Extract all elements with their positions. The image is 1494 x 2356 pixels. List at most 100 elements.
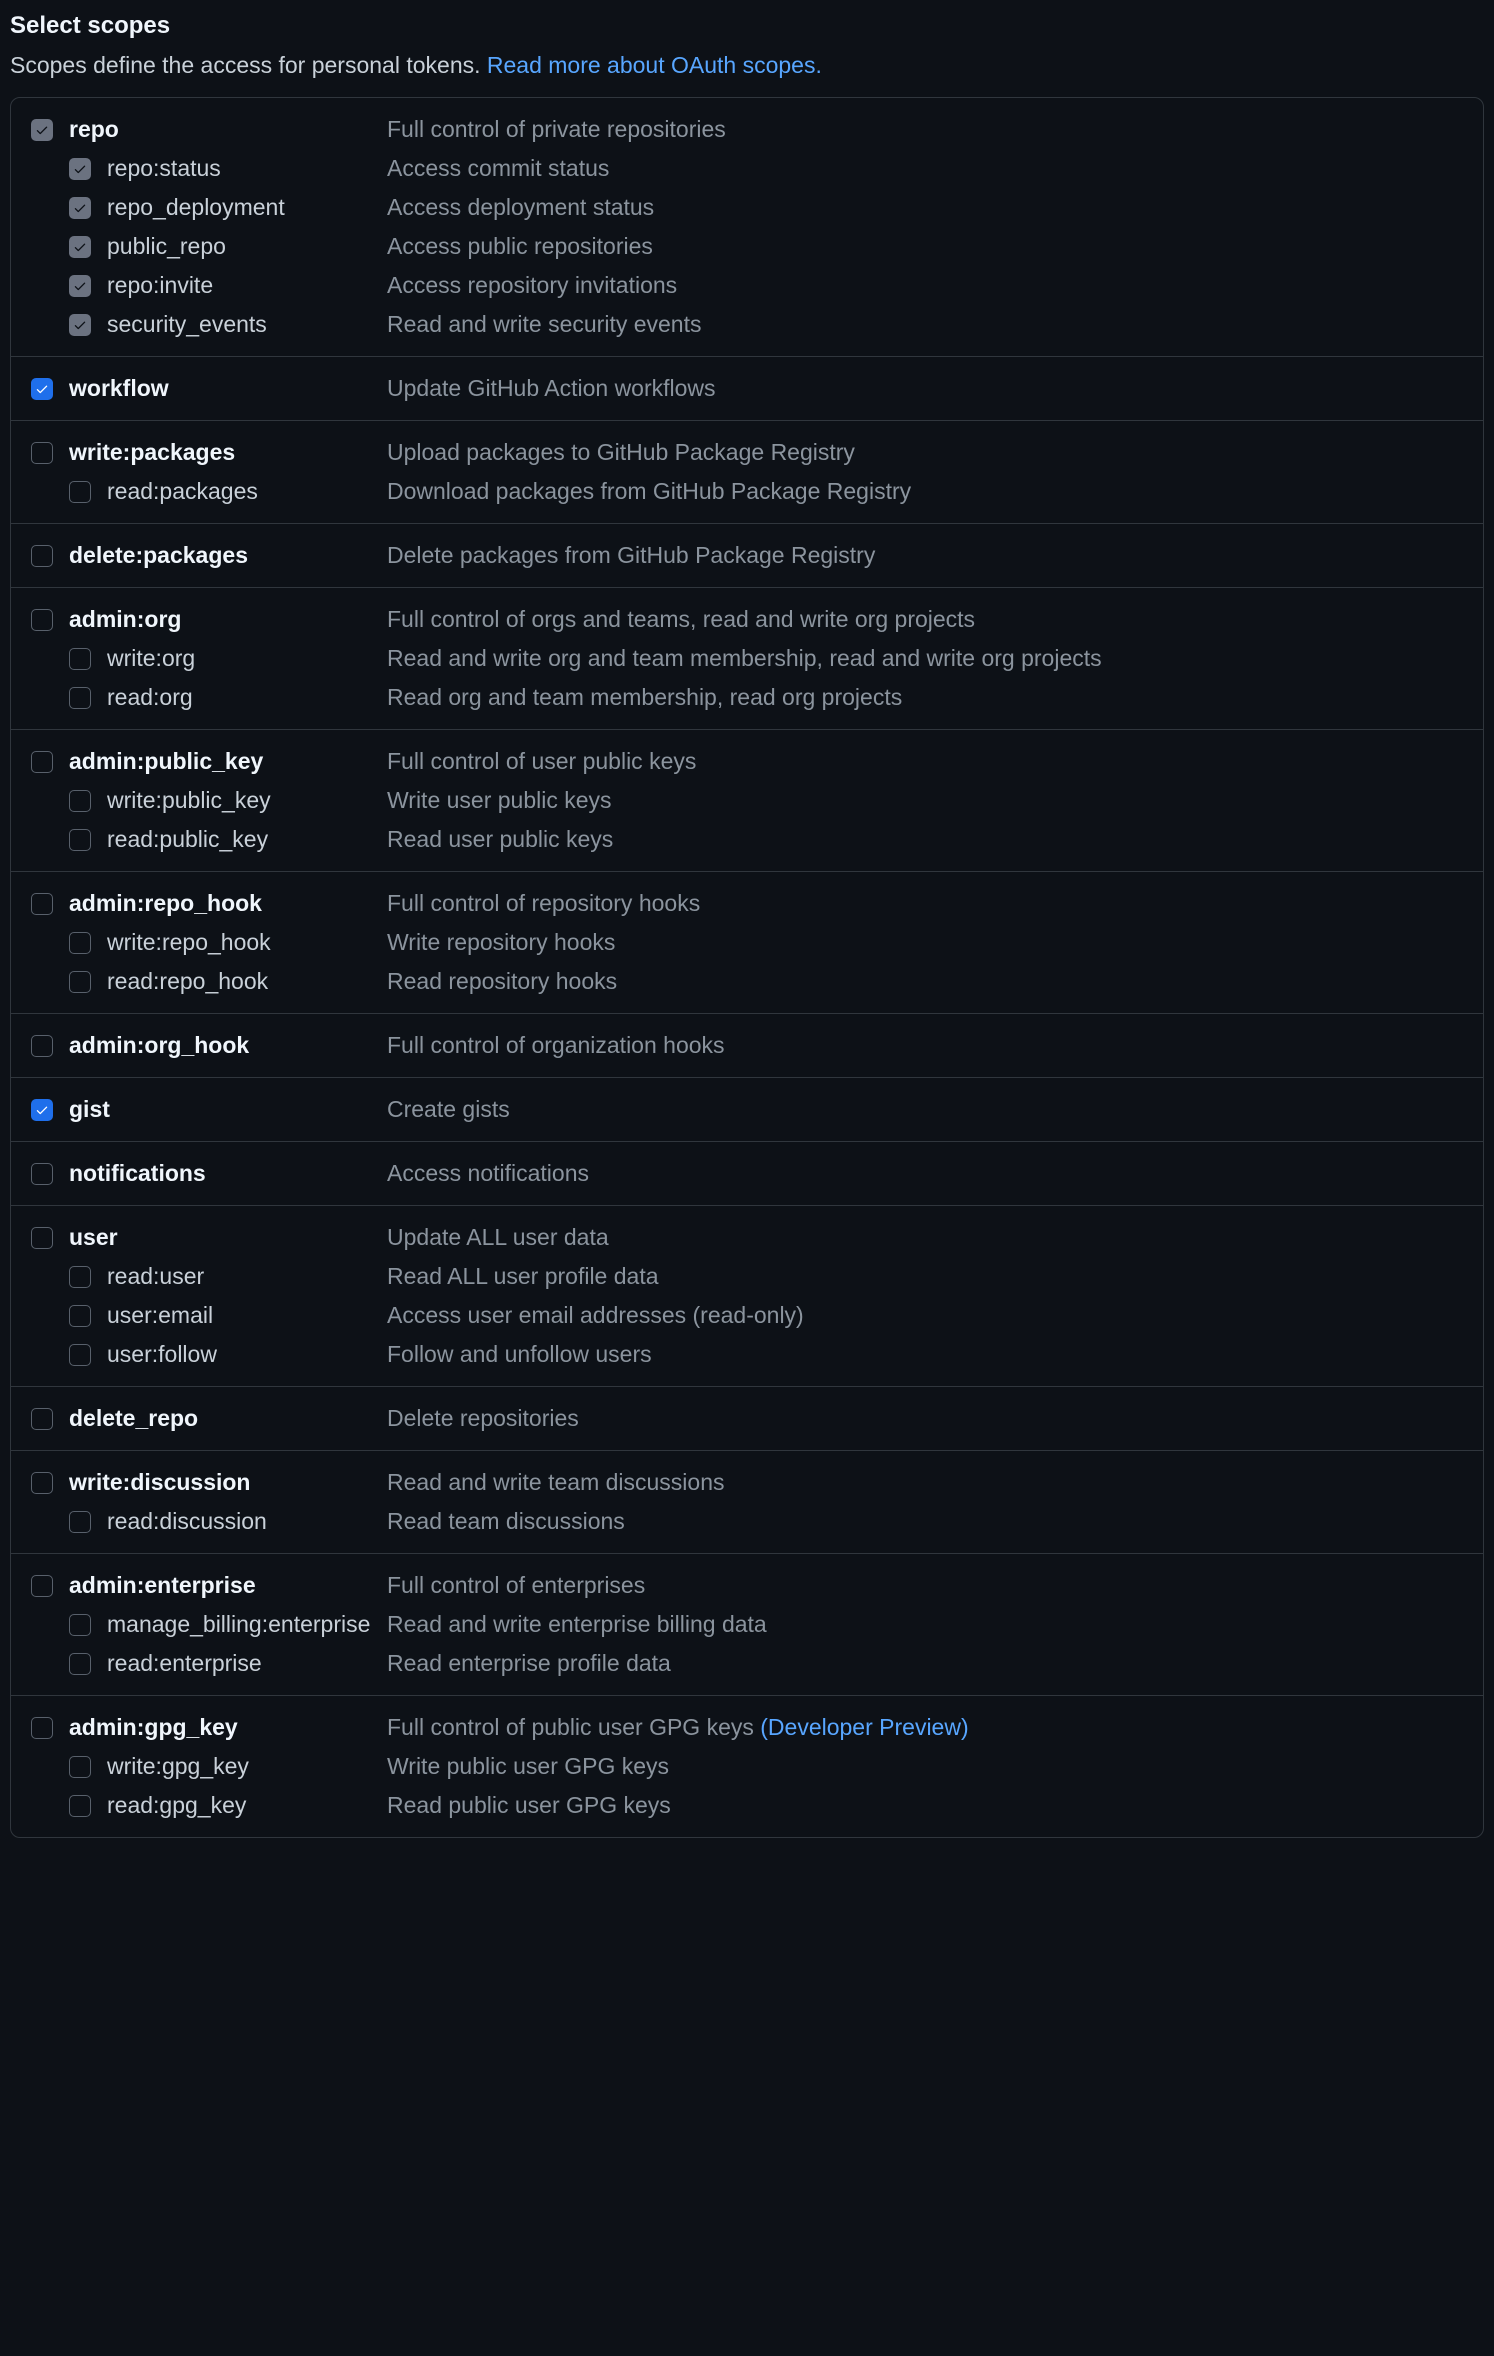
scope-row: security_eventsRead and write security e… [11, 305, 1483, 344]
scope-checkbox[interactable] [69, 1344, 91, 1366]
scope-checkbox[interactable] [69, 236, 91, 258]
scope-name[interactable]: repo:invite [95, 272, 387, 299]
scope-checkbox[interactable] [31, 1163, 53, 1185]
scope-name[interactable]: repo_deployment [95, 194, 387, 221]
scope-group: admin:public_keyFull control of user pub… [11, 729, 1483, 871]
scope-description: Full control of private repositories [387, 116, 1483, 143]
scope-row: userUpdate ALL user data [11, 1218, 1483, 1257]
scope-checkbox[interactable] [31, 893, 53, 915]
scope-description-link[interactable]: (Developer Preview) [760, 1714, 968, 1740]
scope-name[interactable]: user [57, 1224, 387, 1251]
scope-name[interactable]: read:org [95, 684, 387, 711]
scope-name[interactable]: admin:gpg_key [57, 1714, 387, 1741]
scope-checkbox[interactable] [69, 1511, 91, 1533]
scope-checkbox[interactable] [31, 1717, 53, 1739]
scope-row: read:enterpriseRead enterprise profile d… [11, 1644, 1483, 1683]
scope-description-text: Delete packages from GitHub Package Regi… [387, 542, 875, 568]
scope-name[interactable]: read:packages [95, 478, 387, 505]
scope-description: Full control of organization hooks [387, 1032, 1483, 1059]
scope-name[interactable]: read:user [95, 1263, 387, 1290]
scope-checkbox[interactable] [69, 1795, 91, 1817]
scope-checkbox[interactable] [31, 1575, 53, 1597]
scope-name[interactable]: admin:public_key [57, 748, 387, 775]
checkbox-wrap [31, 378, 57, 400]
scope-name[interactable]: security_events [95, 311, 387, 338]
scope-checkbox[interactable] [69, 1305, 91, 1327]
scope-name[interactable]: write:public_key [95, 787, 387, 814]
scope-checkbox[interactable] [69, 971, 91, 993]
scope-checkbox[interactable] [69, 1266, 91, 1288]
scope-description-text: Full control of orgs and teams, read and… [387, 606, 975, 632]
section-heading: Select scopes [10, 12, 1484, 40]
scope-name[interactable]: public_repo [95, 233, 387, 260]
scope-name[interactable]: read:discussion [95, 1508, 387, 1535]
scope-name[interactable]: admin:org [57, 606, 387, 633]
scope-row: write:public_keyWrite user public keys [11, 781, 1483, 820]
scope-checkbox[interactable] [31, 545, 53, 567]
scope-checkbox[interactable] [69, 481, 91, 503]
scope-name[interactable]: user:follow [95, 1341, 387, 1368]
scope-checkbox[interactable] [69, 197, 91, 219]
scope-checkbox[interactable] [31, 609, 53, 631]
scope-checkbox[interactable] [69, 314, 91, 336]
scope-checkbox[interactable] [31, 378, 53, 400]
scope-name[interactable]: write:gpg_key [95, 1753, 387, 1780]
scope-name[interactable]: write:packages [57, 439, 387, 466]
scope-name[interactable]: read:enterprise [95, 1650, 387, 1677]
scope-name[interactable]: delete_repo [57, 1405, 387, 1432]
scope-checkbox[interactable] [31, 1227, 53, 1249]
scope-name[interactable]: gist [57, 1096, 387, 1123]
scope-checkbox[interactable] [69, 829, 91, 851]
scope-checkbox[interactable] [69, 1756, 91, 1778]
oauth-scopes-link[interactable]: Read more about OAuth scopes. [487, 52, 822, 78]
scope-name[interactable]: write:org [95, 645, 387, 672]
scope-name[interactable]: admin:org_hook [57, 1032, 387, 1059]
scope-checkbox[interactable] [69, 1614, 91, 1636]
scope-group: delete_repoDelete repositories [11, 1386, 1483, 1450]
scope-name[interactable]: repo:status [95, 155, 387, 182]
scope-checkbox[interactable] [31, 1472, 53, 1494]
scope-description-text: Write user public keys [387, 787, 612, 813]
scope-name[interactable]: workflow [57, 375, 387, 402]
scope-description-text: Write repository hooks [387, 929, 615, 955]
checkbox-wrap [69, 971, 95, 993]
scope-checkbox[interactable] [69, 158, 91, 180]
scope-name[interactable]: user:email [95, 1302, 387, 1329]
scope-name[interactable]: notifications [57, 1160, 387, 1187]
scope-name[interactable]: read:public_key [95, 826, 387, 853]
scope-row: admin:gpg_keyFull control of public user… [11, 1708, 1483, 1747]
checkbox-wrap [69, 1756, 95, 1778]
scope-row: repo:statusAccess commit status [11, 149, 1483, 188]
scope-name[interactable]: read:gpg_key [95, 1792, 387, 1819]
scope-row: workflowUpdate GitHub Action workflows [11, 369, 1483, 408]
scope-name[interactable]: manage_billing:enterprise [95, 1611, 387, 1638]
scope-description-text: Full control of public user GPG keys [387, 1714, 760, 1740]
scope-checkbox[interactable] [69, 275, 91, 297]
scope-row: admin:enterpriseFull control of enterpri… [11, 1566, 1483, 1605]
scope-name[interactable]: delete:packages [57, 542, 387, 569]
checkbox-wrap [69, 1266, 95, 1288]
scope-row: read:gpg_keyRead public user GPG keys [11, 1786, 1483, 1825]
scope-checkbox[interactable] [69, 790, 91, 812]
scope-name[interactable]: read:repo_hook [95, 968, 387, 995]
scope-checkbox[interactable] [69, 648, 91, 670]
scope-row: read:packagesDownload packages from GitH… [11, 472, 1483, 511]
scope-checkbox[interactable] [31, 1035, 53, 1057]
scope-description-text: Access commit status [387, 155, 609, 181]
scope-name[interactable]: write:discussion [57, 1469, 387, 1496]
scope-checkbox[interactable] [69, 687, 91, 709]
scope-name[interactable]: repo [57, 116, 387, 143]
scope-description: Access repository invitations [387, 272, 1483, 299]
scope-name[interactable]: admin:repo_hook [57, 890, 387, 917]
scope-checkbox[interactable] [31, 442, 53, 464]
scope-checkbox[interactable] [69, 1653, 91, 1675]
scope-checkbox[interactable] [69, 932, 91, 954]
scope-checkbox[interactable] [31, 1408, 53, 1430]
scope-row: admin:public_keyFull control of user pub… [11, 742, 1483, 781]
scope-checkbox[interactable] [31, 119, 53, 141]
scope-checkbox[interactable] [31, 751, 53, 773]
scope-name[interactable]: write:repo_hook [95, 929, 387, 956]
scope-checkbox[interactable] [31, 1099, 53, 1121]
scope-group: delete:packagesDelete packages from GitH… [11, 523, 1483, 587]
scope-name[interactable]: admin:enterprise [57, 1572, 387, 1599]
